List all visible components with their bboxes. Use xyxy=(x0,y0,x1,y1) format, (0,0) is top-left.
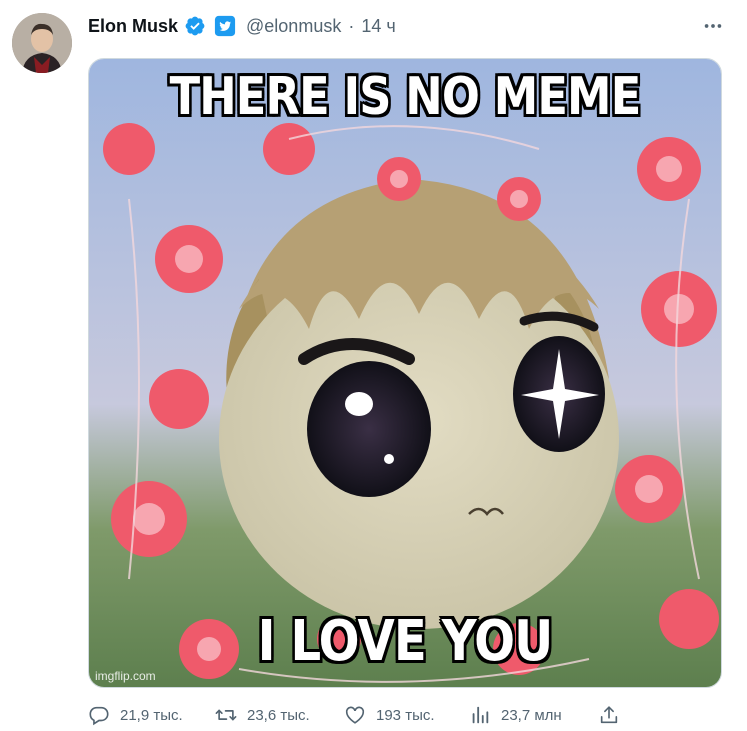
avatar[interactable] xyxy=(12,13,72,73)
retweet-button[interactable]: 23,6 тыс. xyxy=(215,704,310,726)
verified-badge-icon[interactable] xyxy=(184,15,206,37)
heart-icon xyxy=(345,706,365,724)
reply-count: 21,9 тыс. xyxy=(120,706,183,724)
views-button[interactable]: 23,7 млн xyxy=(469,704,562,726)
views-chart-icon xyxy=(472,706,489,724)
reply-button[interactable]: 21,9 тыс. xyxy=(88,704,183,726)
retweet-count: 23,6 тыс. xyxy=(247,706,310,724)
watermark: imgflip.com xyxy=(95,669,156,683)
separator-dot: · xyxy=(348,15,355,36)
like-count: 193 тыс. xyxy=(376,706,435,724)
like-button[interactable]: 193 тыс. xyxy=(344,704,435,726)
share-button[interactable] xyxy=(598,704,620,726)
timestamp[interactable]: 14 ч xyxy=(361,16,395,37)
meme-top-caption: THERE IS NO MEME xyxy=(169,67,642,127)
reply-icon xyxy=(89,706,109,726)
author-name[interactable]: Elon Musk xyxy=(88,16,178,37)
tweet: Elon Musk @elonmusk · 14 ч THERE IS NO M… xyxy=(0,0,747,731)
author-handle[interactable]: @elonmusk xyxy=(246,16,341,37)
tweet-header: Elon Musk @elonmusk · 14 ч xyxy=(88,14,396,38)
views-count: 23,7 млн xyxy=(501,706,562,724)
action-bar: 21,9 тыс. 23,6 тыс. 193 тыс. 23,7 млн xyxy=(88,700,628,730)
more-options-icon[interactable] xyxy=(699,14,727,38)
meme-bottom-caption: I LOVE YOU xyxy=(257,609,554,674)
tweet-image[interactable]: THERE IS NO MEME I LOVE YOU imgflip.com xyxy=(88,58,722,688)
retweet-icon xyxy=(215,709,237,721)
meme-illustration xyxy=(89,59,721,687)
share-icon xyxy=(600,706,618,724)
twitter-bird-badge-icon[interactable] xyxy=(214,15,236,37)
